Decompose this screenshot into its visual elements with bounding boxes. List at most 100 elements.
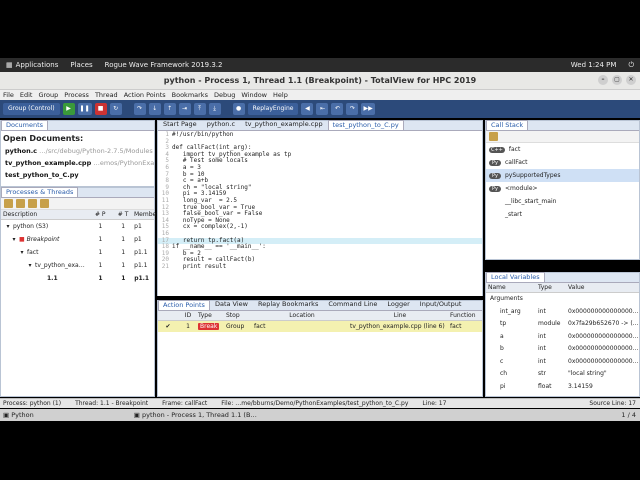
replay-back-icon[interactable]: ◀ bbox=[301, 103, 314, 115]
restart-icon[interactable]: ↻ bbox=[109, 103, 122, 115]
variable-value[interactable] bbox=[568, 293, 638, 306]
next-icon[interactable]: ↷ bbox=[133, 103, 146, 115]
tab-replay-bookmarks[interactable]: Replay Bookmarks bbox=[253, 299, 323, 310]
variable-row[interactable]: tp module 0x7fa29b652670 -> (… bbox=[486, 318, 639, 331]
menu-edit[interactable]: Edit bbox=[17, 91, 36, 99]
variable-row[interactable]: Arguments bbox=[486, 293, 639, 306]
code-line[interactable]: 1 #!/usr/bin/python bbox=[158, 131, 482, 139]
group-control-dropdown[interactable]: Group (Control) bbox=[3, 103, 60, 115]
code-line[interactable]: 6 a = 3 bbox=[158, 164, 482, 172]
variable-row[interactable]: int_arg int 0x000000000000000… bbox=[486, 306, 639, 319]
tab-test-python-to-c[interactable]: test_python_to_C.py bbox=[327, 120, 404, 130]
collapse-arrow-icon[interactable]: ▾ bbox=[3, 220, 13, 233]
table-row[interactable]: ▾ tv_python_exa… 1 1 p1.1 bbox=[1, 259, 154, 272]
clock[interactable]: Wed 1:24 PM bbox=[565, 61, 623, 69]
workspace-pager[interactable]: 1 / 4 bbox=[621, 411, 640, 419]
code-line[interactable]: 21 print result bbox=[158, 263, 482, 271]
menu-process[interactable]: Process bbox=[61, 91, 92, 99]
enable-checkbox[interactable]: ✔ bbox=[158, 321, 178, 332]
tab-python-c[interactable]: python.c bbox=[202, 119, 240, 130]
collapse-arrow-icon[interactable]: ▾ bbox=[17, 246, 27, 259]
table-row[interactable]: ▾ ■ Breakpoint 1 1 p1 bbox=[1, 233, 154, 246]
document-item[interactable]: python.c …/src/debug/Python-2.7.5/Module… bbox=[1, 145, 154, 157]
variable-row[interactable]: c int 0x000000000000000… bbox=[486, 356, 639, 369]
status-icons[interactable]: ⏻ bbox=[622, 61, 640, 70]
expand-icon[interactable] bbox=[16, 199, 25, 208]
stack-frame[interactable]: Py <module> bbox=[486, 182, 639, 195]
tab-logger[interactable]: Logger bbox=[382, 299, 414, 310]
menu-action-points[interactable]: Action Points bbox=[121, 91, 169, 99]
replay-engine-button[interactable]: ReplayEngine bbox=[247, 103, 299, 115]
replay-live-icon[interactable]: ▶▶ bbox=[361, 103, 375, 115]
taskbar-item-python[interactable]: ▣ Python bbox=[3, 411, 34, 419]
run-to-icon[interactable]: ⇥ bbox=[178, 103, 191, 115]
variable-value[interactable]: 3.14159 bbox=[568, 381, 638, 394]
applications-menu[interactable]: ▦ Applications bbox=[0, 61, 64, 69]
stack-frame[interactable]: _start bbox=[486, 208, 639, 221]
filter-icon[interactable] bbox=[4, 199, 13, 208]
variable-value[interactable]: 0x000000000000000… bbox=[568, 331, 638, 344]
replay-next-icon[interactable]: ↷ bbox=[346, 103, 359, 115]
maximize-icon[interactable]: ▢ bbox=[612, 75, 622, 85]
replay-step-back-icon[interactable]: ⇤ bbox=[316, 103, 329, 115]
table-row[interactable]: ▾ fact 1 1 p1.1 bbox=[1, 246, 154, 259]
tab-tv-python-example[interactable]: tv_python_example.cpp bbox=[240, 119, 328, 130]
variable-value[interactable]: 0x000000000000000… bbox=[568, 356, 638, 369]
places-menu[interactable]: Places bbox=[64, 61, 98, 69]
up-frame-icon[interactable]: ⤒ bbox=[193, 103, 206, 115]
taskbar-item-totalview[interactable]: ▣ python - Process 1, Thread 1.1 (B… bbox=[134, 411, 257, 419]
halt-icon[interactable]: ❚❚ bbox=[77, 103, 92, 115]
tab-action-points[interactable]: Action Points bbox=[158, 300, 210, 310]
tab-local-variables[interactable]: Local Variables bbox=[486, 272, 545, 282]
go-icon[interactable]: ▶ bbox=[62, 103, 75, 115]
collapse-arrow-icon[interactable]: ▾ bbox=[25, 259, 35, 272]
menu-help[interactable]: Help bbox=[270, 91, 291, 99]
down-frame-icon[interactable]: ⤓ bbox=[208, 103, 221, 115]
menu-group[interactable]: Group bbox=[35, 91, 61, 99]
tab-command-line[interactable]: Command Line bbox=[323, 299, 382, 310]
replay-prev-icon[interactable]: ↶ bbox=[331, 103, 344, 115]
step-icon[interactable]: ↓ bbox=[148, 103, 161, 115]
close-icon[interactable]: ✕ bbox=[626, 75, 636, 85]
tab-call-stack[interactable]: Call Stack bbox=[486, 120, 529, 130]
table-row[interactable]: ✔ 1 Break Group fact tv_python_example.c… bbox=[158, 321, 482, 332]
tab-input-output[interactable]: Input/Output bbox=[415, 299, 467, 310]
variable-value[interactable]: 0x7fa29b652670 -> (… bbox=[568, 318, 638, 331]
variable-row[interactable]: b int 0x000000000000000… bbox=[486, 343, 639, 356]
source-code-view[interactable]: 1 #!/usr/bin/python 2 3 def callFact(int_arg… bbox=[158, 131, 482, 296]
document-item[interactable]: tv_python_example.cpp …emos/PythonExampl… bbox=[1, 157, 154, 169]
tab-processes-threads[interactable]: Processes & Threads bbox=[1, 187, 79, 197]
line-number[interactable]: 21 bbox=[158, 263, 172, 271]
variable-row[interactable]: pi float 3.14159 bbox=[486, 381, 639, 394]
variable-row[interactable]: ch str "local string" bbox=[486, 368, 639, 381]
tab-data-view[interactable]: Data View bbox=[210, 299, 253, 310]
variable-value[interactable]: 0x000000000000000… bbox=[568, 343, 638, 356]
stack-frame[interactable]: C++ fact bbox=[486, 143, 639, 156]
document-item[interactable]: test_python_to_C.py bbox=[1, 169, 154, 181]
tab-documents[interactable]: Documents bbox=[1, 120, 49, 130]
code-line[interactable]: 5 # Test some locals bbox=[158, 158, 482, 165]
menu-debug[interactable]: Debug bbox=[211, 91, 238, 99]
tab-start-page[interactable]: Start Page bbox=[158, 119, 202, 130]
record-icon[interactable]: ● bbox=[232, 103, 245, 115]
code-line[interactable]: 15 cx = complex(2,-1) bbox=[158, 224, 482, 231]
out-icon[interactable]: ↑ bbox=[163, 103, 176, 115]
menu-bookmarks[interactable]: Bookmarks bbox=[169, 91, 211, 99]
menu-thread[interactable]: Thread bbox=[92, 91, 121, 99]
variable-value[interactable]: 0x000000000000000… bbox=[568, 306, 638, 319]
kill-icon[interactable]: ■ bbox=[94, 103, 107, 115]
variable-row[interactable]: a int 0x000000000000000… bbox=[486, 331, 639, 344]
filter-icon[interactable] bbox=[489, 132, 498, 141]
code-line[interactable]: 18 if __name__ == '__main__': bbox=[158, 243, 482, 251]
table-row[interactable]: ▾ python (S3) 1 1 p1 bbox=[1, 220, 154, 233]
stack-frame[interactable]: __libc_start_main bbox=[486, 195, 639, 208]
stack-frame[interactable]: Py callFact bbox=[486, 156, 639, 169]
minimize-icon[interactable]: – bbox=[598, 75, 608, 85]
menu-file[interactable]: File bbox=[0, 91, 17, 99]
collapse-arrow-icon[interactable]: ▾ bbox=[9, 233, 19, 246]
app-name-menu[interactable]: Rogue Wave Framework 2019.3.2 bbox=[99, 61, 229, 69]
stack-frame[interactable]: Py pySupportedTypes bbox=[486, 169, 639, 182]
table-row[interactable]: 1.1 1 1 p1.1 bbox=[1, 272, 154, 285]
collapse-icon[interactable] bbox=[28, 199, 37, 208]
variable-value[interactable]: "local string" bbox=[568, 368, 638, 381]
